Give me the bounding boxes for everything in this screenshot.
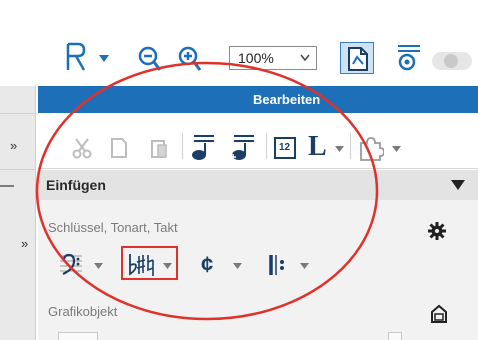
- score-layout-icon[interactable]: [64, 42, 90, 72]
- clef-tool[interactable]: [58, 250, 104, 280]
- zoom-level-value: 100%: [238, 50, 274, 66]
- page-view-button[interactable]: [340, 42, 374, 74]
- number-box-value: 12: [279, 142, 291, 153]
- repeat-start-icon: [269, 255, 284, 275]
- text-style-icon[interactable]: L: [308, 131, 327, 163]
- strip-divider: [0, 113, 36, 114]
- expand-chevron-icon[interactable]: »: [10, 138, 17, 153]
- expand-chevron-icon[interactable]: »: [21, 236, 28, 251]
- einfuegen-title: Einfügen: [46, 177, 106, 193]
- bass-clef-icon: [60, 253, 82, 276]
- score-layout-dropdown-icon[interactable]: [99, 55, 109, 62]
- graphic-object-control[interactable]: [388, 332, 402, 340]
- graphic-object-icon[interactable]: [430, 304, 448, 324]
- paste-icon[interactable]: [150, 137, 168, 159]
- einfuegen-panel: Einfügen Schlüssel, Tonart, Takt ¢ Grafi…: [38, 170, 478, 340]
- number-box-icon[interactable]: 12: [274, 137, 296, 159]
- edit-tools-row: 12 L: [38, 113, 478, 169]
- display-settings-icon[interactable]: [396, 42, 422, 72]
- strip-divider: [0, 169, 36, 170]
- edit-divider: [182, 133, 183, 159]
- copy-icon[interactable]: [110, 137, 128, 159]
- zoom-out-icon[interactable]: [138, 46, 162, 72]
- collapse-triangle-icon[interactable]: [451, 180, 465, 190]
- edit-divider: [266, 133, 267, 159]
- time-signature-dropdown-icon: [233, 263, 242, 269]
- top-toolbar: 100%: [0, 0, 478, 86]
- highlight-box: [121, 246, 178, 280]
- page-view-icon: [348, 47, 368, 71]
- einfuegen-header[interactable]: Einfügen: [38, 170, 478, 200]
- edit-divider: [350, 133, 351, 159]
- zoom-in-icon[interactable]: [178, 46, 202, 72]
- clef-dropdown-icon: [94, 263, 103, 269]
- graphic-object-control[interactable]: [58, 332, 98, 340]
- barline-tool[interactable]: [266, 250, 312, 280]
- view-toggle-switch[interactable]: [432, 52, 472, 70]
- text-style-dropdown-icon[interactable]: [335, 146, 344, 152]
- barline-dropdown-icon: [300, 263, 309, 269]
- zoom-level-select[interactable]: 100%: [229, 46, 317, 70]
- section-label-clef-key-time: Schlüssel, Tonart, Takt: [48, 220, 178, 235]
- cut-icon[interactable]: [72, 137, 92, 159]
- bearbeiten-title: Bearbeiten: [253, 92, 321, 107]
- cut-time-icon: ¢: [201, 252, 214, 277]
- plugin-dropdown-icon[interactable]: [392, 146, 401, 152]
- gear-icon[interactable]: [428, 222, 446, 240]
- insert-note-plus-icon[interactable]: [228, 133, 256, 163]
- insert-note-icon[interactable]: [190, 133, 216, 163]
- left-panel-strip: » »: [0, 86, 36, 340]
- chevron-down-icon: [300, 54, 310, 62]
- section-label-graphic-object: Grafikobjekt: [48, 304, 118, 319]
- plugin-icon[interactable]: [358, 135, 384, 161]
- toggle-knob: [444, 54, 458, 68]
- time-signature-tool[interactable]: ¢: [198, 250, 244, 280]
- bearbeiten-header[interactable]: Bearbeiten: [38, 86, 478, 113]
